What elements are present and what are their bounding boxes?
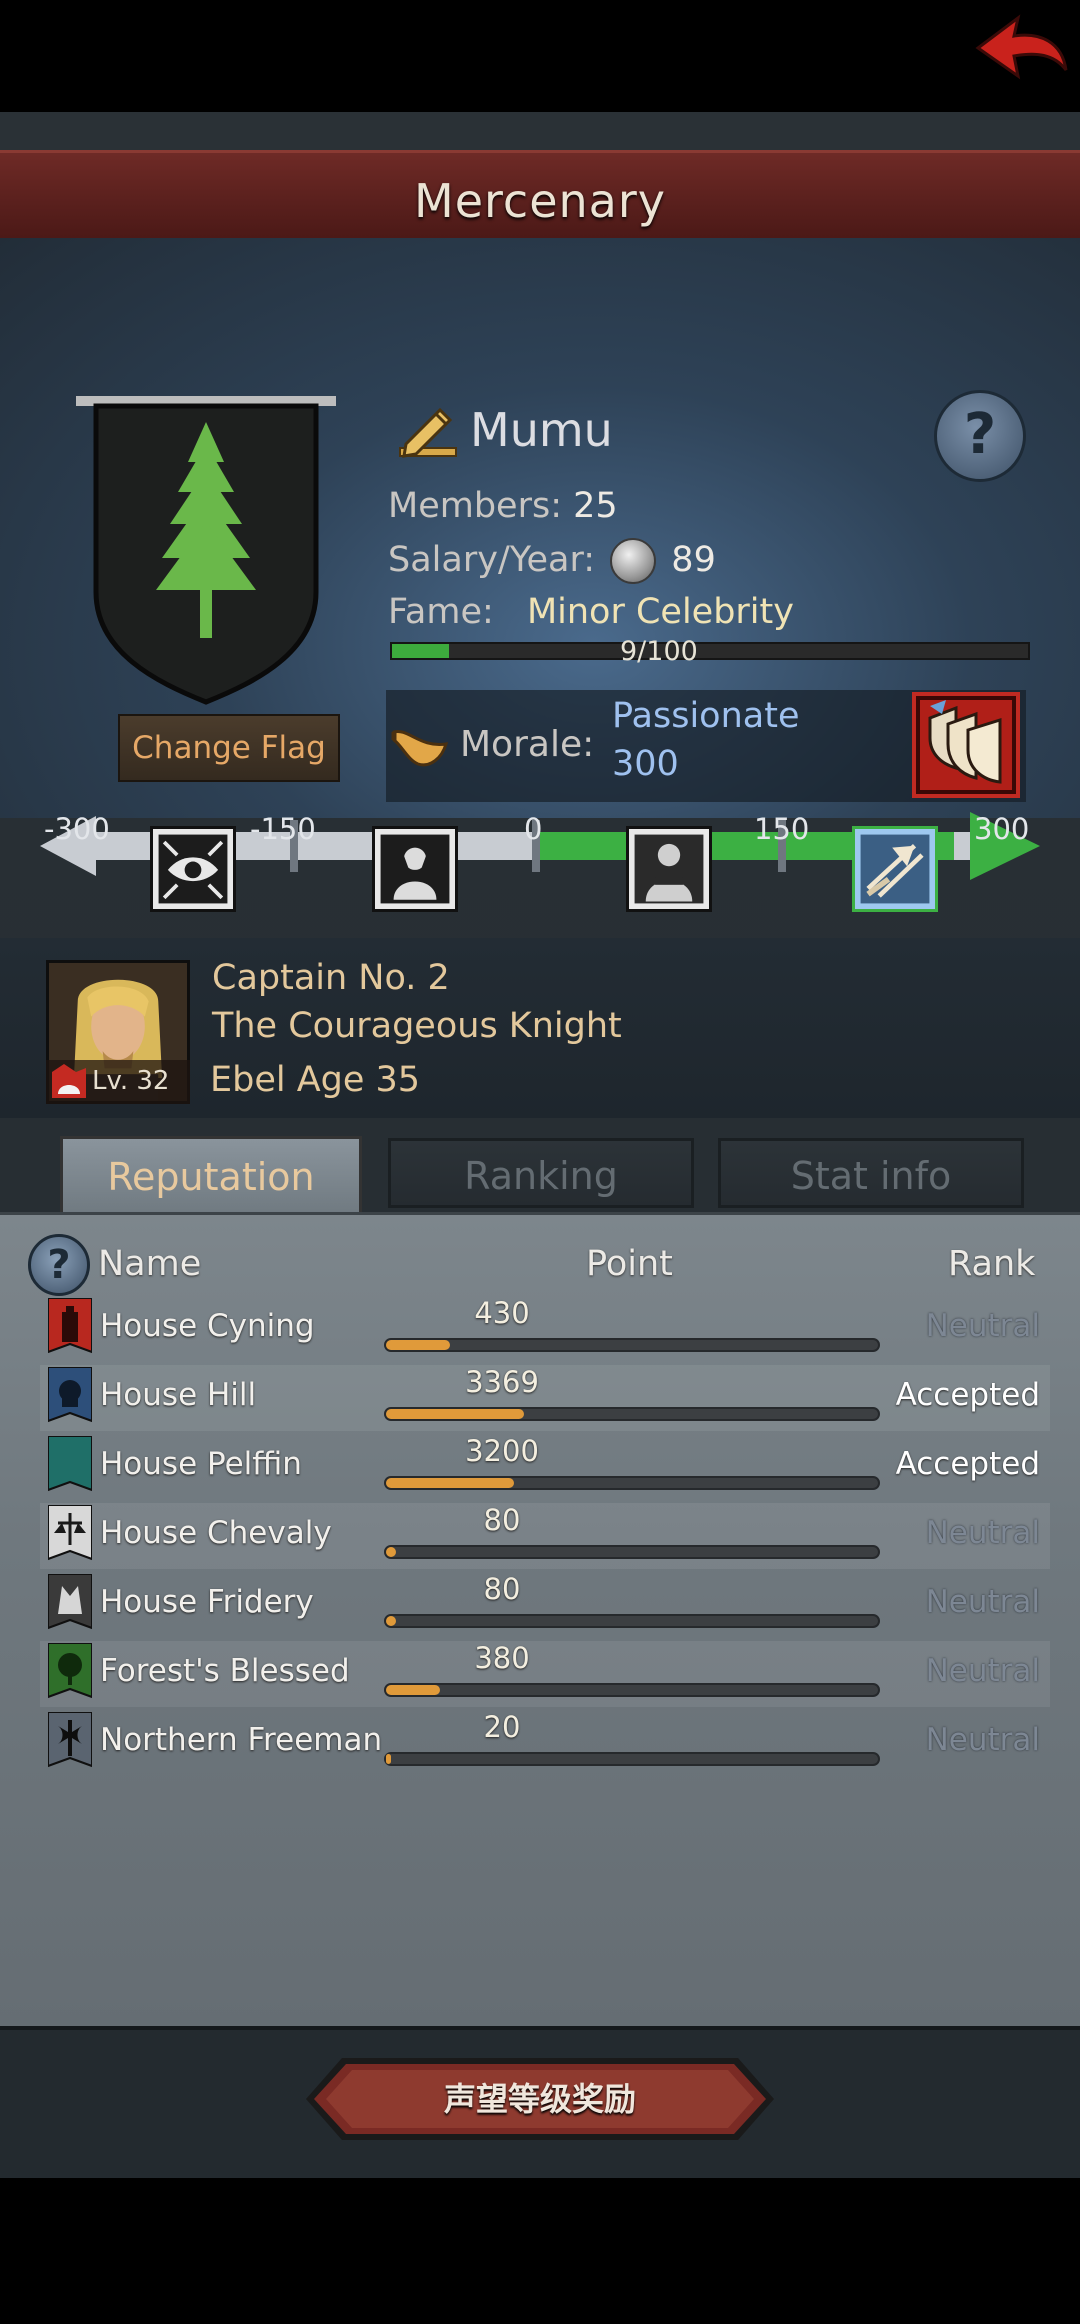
shield-wall-icon[interactable] (912, 692, 1020, 798)
faction-rank: Neutral (925, 1722, 1040, 1758)
table-row[interactable]: House Chevaly 80 Neutral (40, 1503, 1050, 1569)
reputation-progress-fill (386, 1478, 514, 1488)
navigation-bar-area (0, 2178, 1080, 2324)
faction-name: House Hill (100, 1377, 257, 1413)
members-line: Members: 25 (388, 486, 618, 526)
morale-label: Morale: (460, 724, 595, 765)
faction-name: House Chevaly (100, 1515, 332, 1551)
morale-value: 300 (612, 744, 679, 784)
reputation-progress-fill (386, 1340, 450, 1350)
page-title: Mercenary (414, 174, 666, 228)
blue-helmet-banner-icon (48, 1367, 92, 1423)
reputation-progress-bar (384, 1338, 880, 1352)
column-header-point: Point (586, 1244, 673, 1284)
help-button[interactable]: ? (934, 390, 1026, 482)
scale-tick-label: 300 (974, 812, 1030, 846)
captain-name-age: Ebel Age 35 (210, 1060, 421, 1100)
green-tree-banner-icon (48, 1643, 92, 1699)
scale-tick-label: 150 (754, 812, 810, 846)
reputation-progress-bar (384, 1752, 880, 1766)
reputation-progress-bar (384, 1476, 880, 1490)
tab-stat-info[interactable]: Stat info (718, 1138, 1024, 1208)
faction-rank: Neutral (925, 1515, 1040, 1551)
scales-banner-icon (48, 1505, 92, 1561)
scale-tick-label: 0 (524, 812, 543, 846)
table-row[interactable]: House Pelffin 3200 Accepted (40, 1434, 1050, 1500)
members-label: Members: (388, 486, 562, 526)
captain-name-row: Mumu (396, 398, 613, 462)
fame-line: Fame: Minor Celebrity (388, 592, 794, 632)
faction-point: 80 (483, 1503, 521, 1537)
table-row[interactable]: House Hill 3369 Accepted (40, 1365, 1050, 1431)
teal-moon-banner-icon (48, 1436, 92, 1492)
horn-icon (391, 729, 449, 767)
salary-value: 89 (671, 540, 716, 580)
fame-progress-bar (390, 642, 1030, 660)
faction-rank: Accepted (895, 1377, 1040, 1413)
faction-name: House Fridery (100, 1584, 314, 1620)
reputation-progress-bar (384, 1407, 880, 1421)
reputation-progress-fill (386, 1754, 391, 1764)
captain-title: The Courageous Knight (212, 1006, 622, 1046)
edit-pencil-icon[interactable] (396, 400, 462, 460)
passionate-charge-icon[interactable] (852, 826, 938, 912)
reputation-progress-fill (386, 1685, 441, 1695)
calm-figure-icon[interactable] (626, 826, 712, 912)
captain-number: Captain No. 2 (212, 958, 450, 998)
reputation-progress-bar (384, 1545, 880, 1559)
mercenary-banner-flag-icon (76, 396, 336, 705)
faction-name: Forest's Blessed (100, 1653, 350, 1689)
faction-name: House Cyning (100, 1308, 315, 1344)
salary-line: Salary/Year: 89 (388, 538, 716, 584)
table-row[interactable]: House Fridery 80 Neutral (40, 1572, 1050, 1638)
axe-banner-icon (48, 1712, 92, 1768)
reputation-progress-bar (384, 1614, 880, 1628)
wolf-banner-icon (48, 1574, 92, 1630)
reputation-progress-bar (384, 1683, 880, 1697)
change-flag-button[interactable]: Change Flag (118, 714, 340, 782)
salary-label: Salary/Year: (388, 540, 596, 580)
scale-tick-label: -150 (250, 812, 316, 846)
faction-point: 430 (474, 1296, 530, 1330)
column-header-name: Name (98, 1244, 202, 1284)
fame-progress-fill (392, 644, 450, 658)
faction-point: 3369 (465, 1365, 539, 1399)
reputation-reward-label: 声望等级奖励 (443, 2080, 636, 2118)
fame-value: Minor Celebrity (526, 592, 794, 632)
faction-point: 3200 (465, 1434, 539, 1468)
faction-name: Northern Freeman (100, 1722, 383, 1758)
faction-rank: Neutral (925, 1308, 1040, 1344)
table-row[interactable]: Forest's Blessed 380 Neutral (40, 1641, 1050, 1707)
faction-rank: Accepted (895, 1446, 1040, 1482)
fame-progress-text: 9/100 (620, 636, 698, 667)
table-row[interactable]: Northern Freeman 20 Neutral (40, 1710, 1050, 1776)
header-bar: Mercenary (0, 150, 1080, 246)
faction-name: House Pelffin (100, 1446, 302, 1482)
scale-tick-label: -300 (44, 812, 110, 846)
faction-rank: Neutral (925, 1584, 1040, 1620)
captain-level: Lv. 32 (92, 1066, 170, 1096)
faction-point: 80 (483, 1572, 521, 1606)
red-tower-banner-icon (48, 1298, 92, 1354)
reputation-progress-fill (386, 1409, 524, 1419)
members-value: 25 (573, 486, 618, 526)
reputation-progress-fill (386, 1547, 396, 1557)
silver-coin-icon (610, 538, 657, 584)
faction-rank: Neutral (925, 1653, 1040, 1689)
despair-figure-icon[interactable] (372, 826, 458, 912)
tab-reputation[interactable]: Reputation (60, 1136, 362, 1216)
tab-ranking[interactable]: Ranking (388, 1138, 694, 1208)
back-arrow-icon[interactable] (970, 12, 1070, 84)
faction-point: 20 (483, 1710, 521, 1744)
panic-eye-icon[interactable] (150, 826, 236, 912)
table-help-button[interactable]: ? (28, 1234, 90, 1296)
table-row[interactable]: House Cyning 430 Neutral (40, 1296, 1050, 1362)
fame-label: Fame: (388, 592, 494, 632)
status-bar-area (0, 0, 1080, 112)
faction-point: 380 (474, 1641, 530, 1675)
morale-state: Passionate (612, 696, 800, 736)
reputation-progress-fill (386, 1616, 396, 1626)
mercenary-name: Mumu (470, 403, 613, 457)
column-header-rank: Rank (948, 1244, 1036, 1284)
